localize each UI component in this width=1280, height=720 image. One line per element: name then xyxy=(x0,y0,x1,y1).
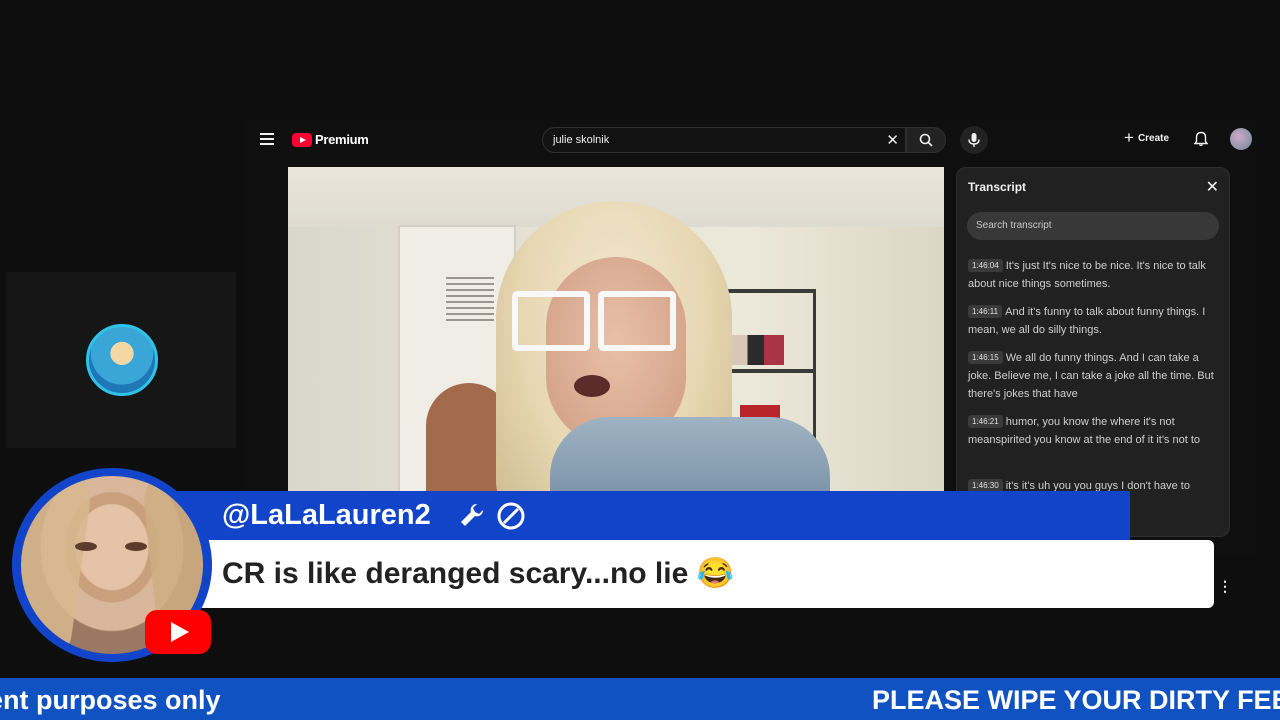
video-person-glasses xyxy=(512,291,676,351)
avatar-eye xyxy=(125,542,147,551)
segment-text: We all do funny things. And I can take a… xyxy=(968,352,1214,400)
channel-avatar xyxy=(86,324,158,396)
video-scene-poster xyxy=(446,277,494,323)
stream-canvas: Premium julie skolnik ✕ + Create Transcr… xyxy=(0,0,1280,720)
transcript-panel: Transcript ✕ Search transcript 1:46:04 It… xyxy=(956,167,1230,537)
timestamp-badge: 1:46:15 xyxy=(968,351,1003,364)
news-ticker: ent purposes only PLEASE WIPE YOUR DIRTY… xyxy=(0,678,1280,720)
wrench-icon xyxy=(461,503,484,526)
more-options-icon[interactable]: ⋮ xyxy=(1218,578,1232,595)
transcript-title: Transcript xyxy=(968,180,1027,194)
microphone-icon xyxy=(968,133,980,147)
video-person-mouth xyxy=(574,375,610,397)
logo-text: Premium xyxy=(315,132,369,147)
menu-icon[interactable] xyxy=(260,133,274,145)
transcript-segment[interactable]: 1:46:11 And it's funny to talk about funn… xyxy=(968,303,1220,339)
search-button[interactable] xyxy=(906,127,946,153)
search-value: julie skolnik xyxy=(553,134,610,146)
create-label: Create xyxy=(1137,132,1170,144)
transcript-segment[interactable]: 1:46:04 It's just It's nice to be nice. I… xyxy=(968,257,1220,293)
youtube-logo[interactable]: Premium xyxy=(292,132,369,147)
notifications-button[interactable] xyxy=(1193,131,1209,152)
ticker-text-right: PLEASE WIPE YOUR DIRTY FEE xyxy=(872,685,1280,715)
youtube-header: Premium julie skolnik ✕ + Create xyxy=(244,120,1256,160)
chat-message-box: CR is like deranged scary...no lie 😂 xyxy=(196,540,1214,608)
timestamp-badge: 1:46:04 xyxy=(968,259,1003,272)
account-avatar[interactable] xyxy=(1230,128,1252,150)
voice-search-button[interactable] xyxy=(960,126,988,154)
video-player[interactable] xyxy=(288,167,944,497)
avatar-eye xyxy=(75,542,97,551)
transcript-segment[interactable]: 1:46:15 We all do funny things. And I can… xyxy=(968,349,1220,403)
avatar-hair-left xyxy=(21,476,95,654)
close-icon[interactable]: ✕ xyxy=(1206,177,1219,197)
blocked-icon xyxy=(497,502,525,530)
transcript-search-placeholder: Search transcript xyxy=(976,220,1052,231)
video-person-jacket xyxy=(550,417,830,497)
transcript-search-input[interactable]: Search transcript xyxy=(967,212,1219,240)
timestamp-badge: 1:46:11 xyxy=(968,305,1003,318)
chat-message: CR is like deranged scary...no lie 😂 xyxy=(222,557,734,590)
bell-icon xyxy=(1193,131,1209,147)
search-input[interactable]: julie skolnik ✕ xyxy=(542,127,906,153)
user-badges xyxy=(458,501,526,531)
ticker-text-left: ent purposes only xyxy=(0,685,221,715)
plus-icon: + xyxy=(1124,128,1134,147)
timestamp-badge: 1:46:21 xyxy=(968,415,1003,428)
segment-text: It's just It's nice to be nice. It's nic… xyxy=(968,260,1206,290)
close-icon[interactable]: ✕ xyxy=(886,131,899,149)
segment-text: And it's funny to talk about funny thing… xyxy=(968,306,1206,336)
transcript-segment[interactable]: 1:46:21 humor, you know the where it's no… xyxy=(968,413,1220,449)
search-icon xyxy=(919,133,933,147)
youtube-badge-icon xyxy=(145,610,211,654)
segment-text: humor, you know the where it's not means… xyxy=(968,416,1201,446)
youtube-play-icon xyxy=(292,132,312,147)
create-button[interactable]: + Create xyxy=(1124,128,1170,147)
chat-username: @LaLaLauren2 xyxy=(222,499,431,531)
chat-name-bar: @LaLaLauren2 xyxy=(176,491,1130,541)
